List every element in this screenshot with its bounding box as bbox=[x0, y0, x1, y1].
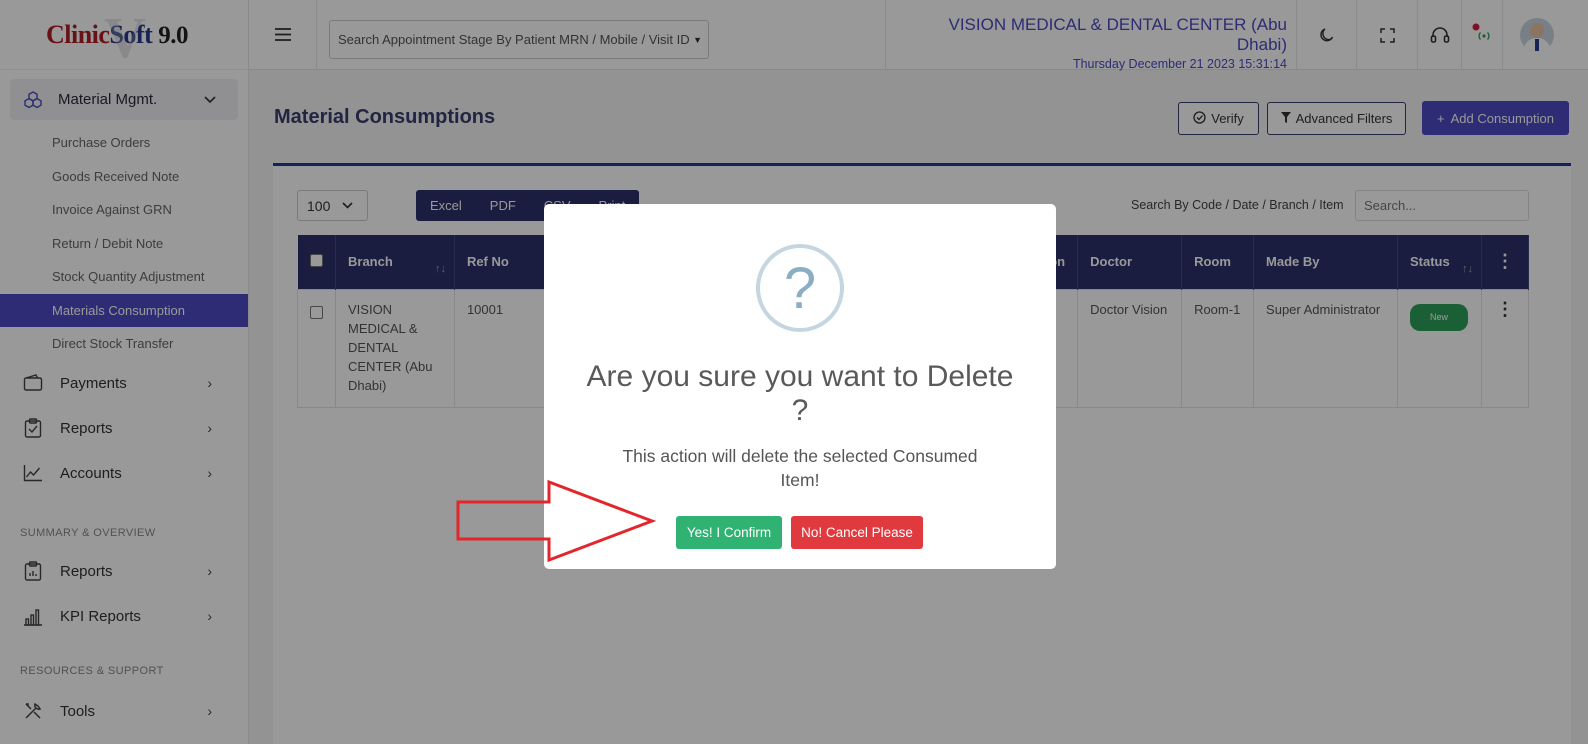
question-icon: ? bbox=[756, 244, 844, 332]
red-arrow-annotation-icon bbox=[456, 480, 656, 562]
cancel-delete-button[interactable]: No! Cancel Please bbox=[791, 516, 923, 549]
dialog-title: Are you sure you want to Delete ? bbox=[586, 360, 1014, 427]
dialog-message: This action will delete the selected Con… bbox=[622, 446, 978, 490]
confirm-delete-button[interactable]: Yes! I Confirm bbox=[676, 516, 782, 549]
